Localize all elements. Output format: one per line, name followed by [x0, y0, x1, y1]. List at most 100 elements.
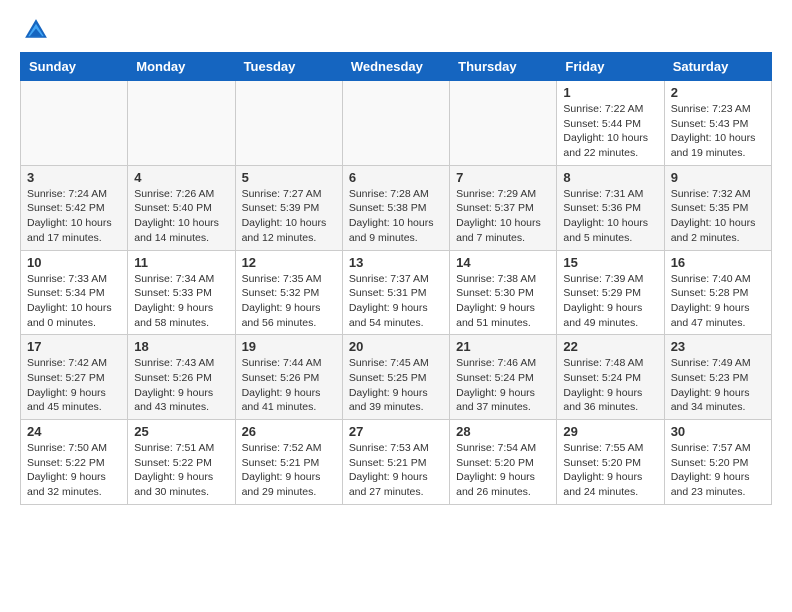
logo-icon: [22, 16, 50, 44]
day-info: Sunrise: 7:38 AM Sunset: 5:30 PM Dayligh…: [456, 272, 550, 331]
calendar-cell: 19Sunrise: 7:44 AM Sunset: 5:26 PM Dayli…: [235, 335, 342, 420]
calendar-cell: 27 Sunrise: 7:53 AM Sunset: 5:21 PM Dayli…: [342, 420, 449, 505]
calendar-week-row: 24 Sunrise: 7:50 AM Sunset: 5:22 PM Dayli…: [21, 420, 772, 505]
calendar-cell: 22 Sunrise: 7:48 AM Sunset: 5:24 PM Dayli…: [557, 335, 664, 420]
day-info: Sunrise: 7:22 AM Sunset: 5:44 PM Dayligh…: [563, 102, 657, 161]
calendar-cell: [235, 81, 342, 166]
calendar-cell: 21 Sunrise: 7:46 AM Sunset: 5:24 PM Dayli…: [450, 335, 557, 420]
day-number: 10: [27, 255, 121, 270]
day-info: Sunrise: 7:35 AM Sunset: 5:32 PM Dayligh…: [242, 272, 336, 331]
day-number: 6: [349, 170, 443, 185]
day-number: 29: [563, 424, 657, 439]
calendar-cell: [342, 81, 449, 166]
day-number: 25: [134, 424, 228, 439]
calendar-week-row: 1 Sunrise: 7:22 AM Sunset: 5:44 PM Daylig…: [21, 81, 772, 166]
calendar-cell: 26Sunrise: 7:52 AM Sunset: 5:21 PM Dayli…: [235, 420, 342, 505]
calendar-week-row: 3Sunrise: 7:24 AM Sunset: 5:42 PM Daylig…: [21, 165, 772, 250]
day-number: 13: [349, 255, 443, 270]
calendar-cell: 14 Sunrise: 7:38 AM Sunset: 5:30 PM Dayli…: [450, 250, 557, 335]
calendar-cell: 7Sunrise: 7:29 AM Sunset: 5:37 PM Daylig…: [450, 165, 557, 250]
day-info: Sunrise: 7:46 AM Sunset: 5:24 PM Dayligh…: [456, 356, 550, 415]
calendar-day-header: Monday: [128, 53, 235, 81]
day-number: 27: [349, 424, 443, 439]
day-info: Sunrise: 7:42 AM Sunset: 5:27 PM Dayligh…: [27, 356, 121, 415]
day-info: Sunrise: 7:32 AM Sunset: 5:35 PM Dayligh…: [671, 187, 765, 246]
day-info: Sunrise: 7:45 AM Sunset: 5:25 PM Dayligh…: [349, 356, 443, 415]
day-number: 12: [242, 255, 336, 270]
day-info: Sunrise: 7:55 AM Sunset: 5:20 PM Dayligh…: [563, 441, 657, 500]
calendar-week-row: 10 Sunrise: 7:33 AM Sunset: 5:34 PM Dayli…: [21, 250, 772, 335]
calendar-cell: 28 Sunrise: 7:54 AM Sunset: 5:20 PM Dayli…: [450, 420, 557, 505]
day-info: Sunrise: 7:23 AM Sunset: 5:43 PM Dayligh…: [671, 102, 765, 161]
calendar-cell: 25 Sunrise: 7:51 AM Sunset: 5:22 PM Dayli…: [128, 420, 235, 505]
calendar-cell: 9 Sunrise: 7:32 AM Sunset: 5:35 PM Daylig…: [664, 165, 771, 250]
day-number: 15: [563, 255, 657, 270]
day-number: 14: [456, 255, 550, 270]
calendar-day-header: Wednesday: [342, 53, 449, 81]
calendar-cell: 17Sunrise: 7:42 AM Sunset: 5:27 PM Dayli…: [21, 335, 128, 420]
day-number: 20: [349, 339, 443, 354]
day-info: Sunrise: 7:29 AM Sunset: 5:37 PM Dayligh…: [456, 187, 550, 246]
day-info: Sunrise: 7:24 AM Sunset: 5:42 PM Dayligh…: [27, 187, 121, 246]
day-info: Sunrise: 7:43 AM Sunset: 5:26 PM Dayligh…: [134, 356, 228, 415]
day-info: Sunrise: 7:31 AM Sunset: 5:36 PM Dayligh…: [563, 187, 657, 246]
day-number: 21: [456, 339, 550, 354]
day-info: Sunrise: 7:48 AM Sunset: 5:24 PM Dayligh…: [563, 356, 657, 415]
page-container: SundayMondayTuesdayWednesdayThursdayFrid…: [0, 0, 792, 521]
day-number: 1: [563, 85, 657, 100]
day-info: Sunrise: 7:37 AM Sunset: 5:31 PM Dayligh…: [349, 272, 443, 331]
day-info: Sunrise: 7:49 AM Sunset: 5:23 PM Dayligh…: [671, 356, 765, 415]
calendar-day-header: Saturday: [664, 53, 771, 81]
day-number: 2: [671, 85, 765, 100]
day-info: Sunrise: 7:26 AM Sunset: 5:40 PM Dayligh…: [134, 187, 228, 246]
day-number: 30: [671, 424, 765, 439]
calendar-cell: 2 Sunrise: 7:23 AM Sunset: 5:43 PM Daylig…: [664, 81, 771, 166]
calendar-day-header: Thursday: [450, 53, 557, 81]
day-number: 16: [671, 255, 765, 270]
calendar-cell: 5Sunrise: 7:27 AM Sunset: 5:39 PM Daylig…: [235, 165, 342, 250]
calendar-cell: 15 Sunrise: 7:39 AM Sunset: 5:29 PM Dayli…: [557, 250, 664, 335]
logo: [20, 16, 50, 44]
day-number: 8: [563, 170, 657, 185]
day-number: 11: [134, 255, 228, 270]
day-info: Sunrise: 7:34 AM Sunset: 5:33 PM Dayligh…: [134, 272, 228, 331]
day-number: 9: [671, 170, 765, 185]
header: [20, 16, 772, 44]
day-info: Sunrise: 7:57 AM Sunset: 5:20 PM Dayligh…: [671, 441, 765, 500]
day-info: Sunrise: 7:54 AM Sunset: 5:20 PM Dayligh…: [456, 441, 550, 500]
day-number: 5: [242, 170, 336, 185]
calendar-cell: 20 Sunrise: 7:45 AM Sunset: 5:25 PM Dayli…: [342, 335, 449, 420]
calendar-cell: 6 Sunrise: 7:28 AM Sunset: 5:38 PM Daylig…: [342, 165, 449, 250]
day-info: Sunrise: 7:28 AM Sunset: 5:38 PM Dayligh…: [349, 187, 443, 246]
calendar-cell: 3Sunrise: 7:24 AM Sunset: 5:42 PM Daylig…: [21, 165, 128, 250]
day-number: 4: [134, 170, 228, 185]
calendar-table: SundayMondayTuesdayWednesdayThursdayFrid…: [20, 52, 772, 505]
day-info: Sunrise: 7:53 AM Sunset: 5:21 PM Dayligh…: [349, 441, 443, 500]
calendar-cell: 10 Sunrise: 7:33 AM Sunset: 5:34 PM Dayli…: [21, 250, 128, 335]
calendar-cell: 13 Sunrise: 7:37 AM Sunset: 5:31 PM Dayli…: [342, 250, 449, 335]
day-number: 19: [242, 339, 336, 354]
day-info: Sunrise: 7:51 AM Sunset: 5:22 PM Dayligh…: [134, 441, 228, 500]
calendar-cell: 24 Sunrise: 7:50 AM Sunset: 5:22 PM Dayli…: [21, 420, 128, 505]
calendar-cell: 29 Sunrise: 7:55 AM Sunset: 5:20 PM Dayli…: [557, 420, 664, 505]
calendar-cell: 8 Sunrise: 7:31 AM Sunset: 5:36 PM Daylig…: [557, 165, 664, 250]
day-info: Sunrise: 7:50 AM Sunset: 5:22 PM Dayligh…: [27, 441, 121, 500]
calendar-cell: 30 Sunrise: 7:57 AM Sunset: 5:20 PM Dayli…: [664, 420, 771, 505]
day-info: Sunrise: 7:39 AM Sunset: 5:29 PM Dayligh…: [563, 272, 657, 331]
calendar-cell: [450, 81, 557, 166]
calendar-day-header: Tuesday: [235, 53, 342, 81]
calendar-cell: [21, 81, 128, 166]
day-number: 26: [242, 424, 336, 439]
calendar-day-header: Sunday: [21, 53, 128, 81]
day-number: 23: [671, 339, 765, 354]
calendar-cell: 1 Sunrise: 7:22 AM Sunset: 5:44 PM Daylig…: [557, 81, 664, 166]
day-number: 28: [456, 424, 550, 439]
calendar-cell: 16 Sunrise: 7:40 AM Sunset: 5:28 PM Dayli…: [664, 250, 771, 335]
calendar-cell: 18Sunrise: 7:43 AM Sunset: 5:26 PM Dayli…: [128, 335, 235, 420]
calendar-week-row: 17Sunrise: 7:42 AM Sunset: 5:27 PM Dayli…: [21, 335, 772, 420]
day-number: 22: [563, 339, 657, 354]
calendar-cell: 11 Sunrise: 7:34 AM Sunset: 5:33 PM Dayli…: [128, 250, 235, 335]
day-info: Sunrise: 7:40 AM Sunset: 5:28 PM Dayligh…: [671, 272, 765, 331]
day-info: Sunrise: 7:33 AM Sunset: 5:34 PM Dayligh…: [27, 272, 121, 331]
day-number: 24: [27, 424, 121, 439]
